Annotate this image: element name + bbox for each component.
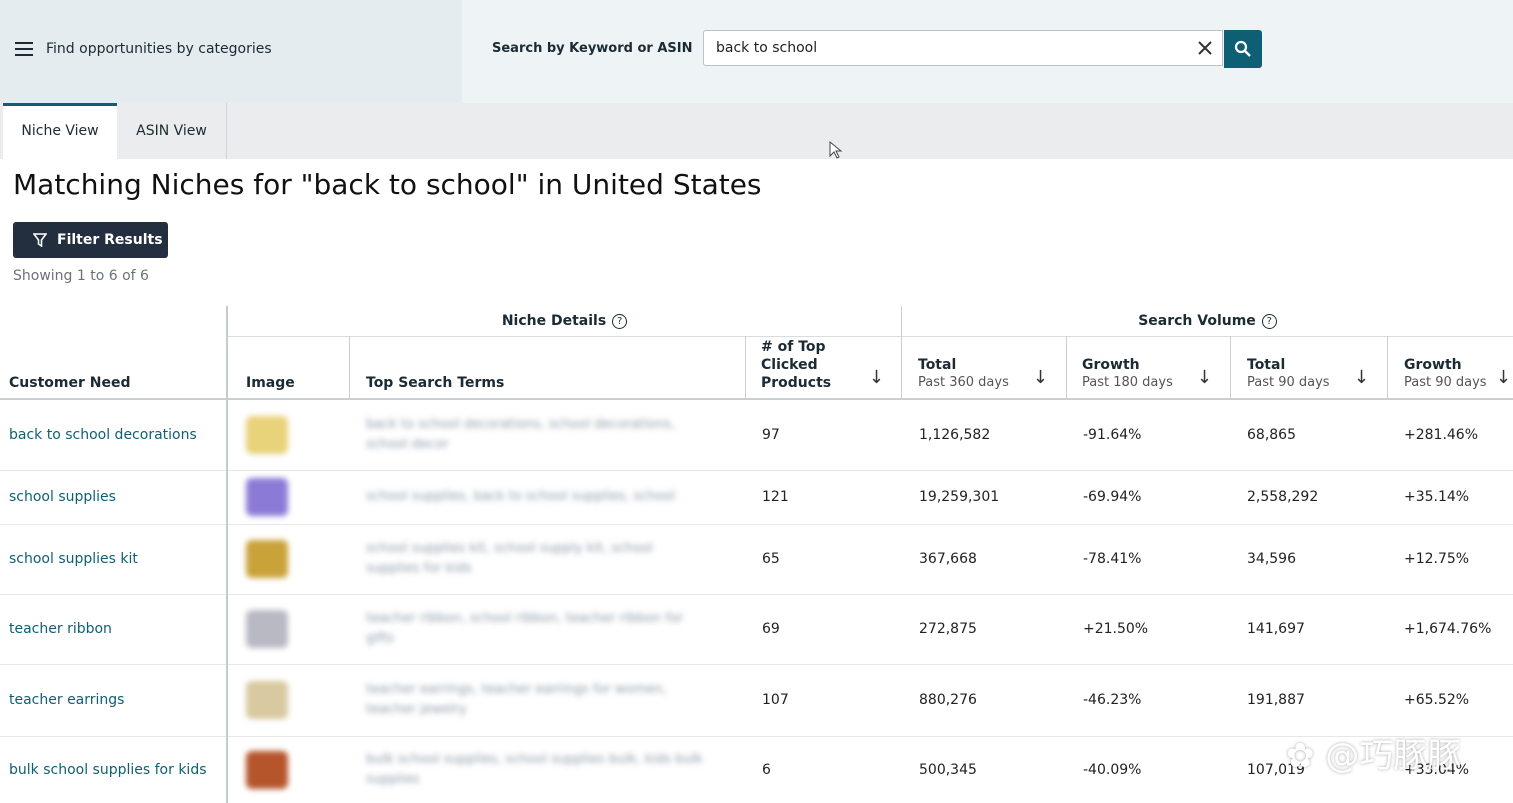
categories-area[interactable]: Find opportunities by categories <box>0 0 462 103</box>
tab-asin-view[interactable]: ASIN View <box>117 103 227 159</box>
col-top-clicked-products[interactable]: # of Top Clicked Products ↓ <box>745 336 902 400</box>
column-divider <box>1066 336 1067 400</box>
watermark: ✿ @巧豚豚 <box>1286 736 1462 776</box>
product-thumbnail <box>246 540 288 578</box>
sort-arrow-icon[interactable]: ↓ <box>1197 367 1212 388</box>
product-thumbnail <box>246 416 288 454</box>
page-title: Matching Niches for "back to school" in … <box>13 168 762 201</box>
product-thumbnail <box>246 610 288 648</box>
group-search-volume: Search Volume? <box>902 306 1513 337</box>
sort-arrow-icon[interactable]: ↓ <box>1354 367 1369 388</box>
column-divider <box>349 336 350 400</box>
column-divider <box>901 306 902 400</box>
product-thumbnail <box>246 478 288 516</box>
filter-results-button[interactable]: Filter Results <box>13 222 168 258</box>
column-divider <box>1230 336 1231 400</box>
sort-arrow-icon[interactable]: ↓ <box>1496 367 1511 388</box>
column-divider <box>745 336 746 400</box>
results-count: Showing 1 to 6 of 6 <box>13 268 149 284</box>
blurred-search-terms: back to school decorations, school decor… <box>366 417 675 452</box>
customer-need-link[interactable]: school supplies <box>9 489 116 505</box>
hamburger-menu-icon[interactable] <box>15 42 33 56</box>
search-label: Search by Keyword or ASIN <box>492 41 693 56</box>
blurred-search-terms: school supplies, back to school supplies… <box>366 489 676 504</box>
column-divider <box>226 306 228 803</box>
customer-need-link[interactable]: back to school decorations <box>9 427 197 443</box>
clear-icon[interactable] <box>1196 39 1214 57</box>
search-button[interactable] <box>1224 30 1262 68</box>
niche-details-label: Niche Details <box>501 313 607 329</box>
customer-need-link[interactable]: bulk school supplies for kids <box>9 762 207 778</box>
blurred-search-terms: bulk school supplies, school supplies bu… <box>366 751 703 787</box>
column-divider <box>1387 336 1388 400</box>
help-icon[interactable]: ? <box>1261 313 1277 329</box>
col-growth-180[interactable]: Growth Past 180 days ↓ <box>1066 336 1230 400</box>
tab-niche-view[interactable]: Niche View <box>3 103 117 159</box>
sort-arrow-icon[interactable]: ↓ <box>1033 367 1048 388</box>
search-field-container <box>703 30 1223 66</box>
col-growth-90[interactable]: Growth Past 90 days ↓ <box>1387 336 1513 400</box>
sort-arrow-icon[interactable]: ↓ <box>869 367 884 388</box>
blurred-search-terms: teacher earrings, teacher earrings for w… <box>366 682 667 717</box>
mouse-cursor-icon <box>829 141 843 159</box>
blurred-search-terms: teacher ribbon, school ribbon, teacher r… <box>366 611 684 646</box>
help-icon[interactable]: ? <box>612 313 628 329</box>
search-icon <box>1234 40 1251 57</box>
top-bar: Find opportunities by categories Search … <box>0 0 1513 103</box>
search-volume-label: Search Volume <box>1138 313 1256 329</box>
col-customer-need[interactable]: Customer Need <box>0 306 226 400</box>
customer-need-link[interactable]: teacher ribbon <box>9 621 112 637</box>
blurred-search-terms: school supplies kit, school supply kit, … <box>366 541 653 576</box>
categories-link[interactable]: Find opportunities by categories <box>46 41 272 57</box>
product-thumbnail <box>246 681 288 719</box>
product-thumbnail <box>246 750 288 789</box>
col-image: Image <box>228 336 349 400</box>
col-top-search-terms: Top Search Terms <box>349 336 745 400</box>
group-niche-details: Niche Details? <box>228 306 901 337</box>
search-input[interactable] <box>714 39 1188 57</box>
filter-icon <box>33 233 47 247</box>
customer-need-link[interactable]: school supplies kit <box>9 551 138 567</box>
filter-results-label: Filter Results <box>57 232 163 248</box>
customer-need-link[interactable]: teacher earrings <box>9 692 124 708</box>
col-total-90[interactable]: Total Past 90 days ↓ <box>1230 336 1387 400</box>
col-total-360[interactable]: Total Past 360 days ↓ <box>902 336 1066 400</box>
view-tabs: Niche View ASIN View <box>0 103 1513 159</box>
